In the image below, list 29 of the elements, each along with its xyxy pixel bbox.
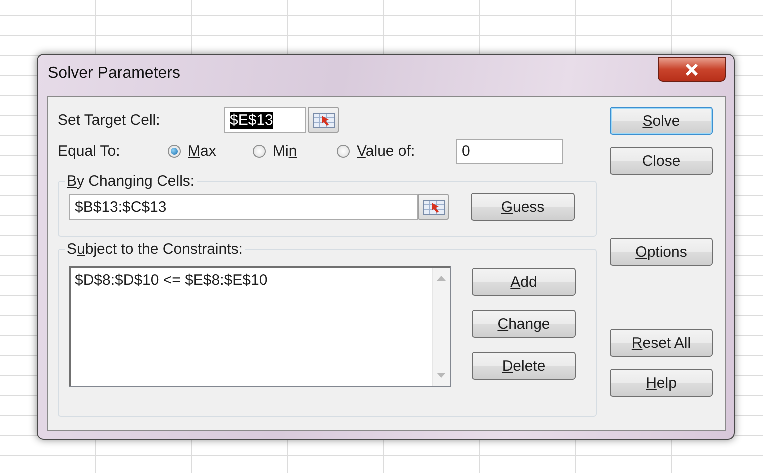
- field-label: Equal To:: [58, 142, 122, 160]
- window-title: Solver Parameters: [48, 65, 180, 83]
- radio-button[interactable]: Value of:: [337, 142, 456, 160]
- target-cell-field[interactable]: $E$13: [224, 107, 306, 133]
- reset-all-button[interactable]: Reset All: [610, 329, 713, 357]
- solve-button[interactable]: Solve: [610, 107, 713, 135]
- constraint-item[interactable]: $D$8:$D$10 <= $E$8:$E$10: [74, 271, 429, 290]
- radio-button[interactable]: Max: [168, 142, 253, 160]
- help-button[interactable]: Help: [610, 369, 713, 397]
- change-button[interactable]: Change: [472, 310, 576, 338]
- close-icon: [685, 64, 699, 76]
- group-label: By Changing Cells:: [66, 173, 196, 190]
- field-label: Set Target Cell:: [58, 112, 162, 128]
- range-select-button[interactable]: [308, 107, 339, 133]
- guess-button[interactable]: Guess: [471, 193, 575, 221]
- range-select-icon: [312, 112, 334, 128]
- field-value: $E$13: [230, 112, 274, 128]
- delete-button[interactable]: Delete: [472, 352, 576, 380]
- options-button[interactable]: Options: [610, 238, 713, 266]
- radio-button[interactable]: Min: [253, 142, 337, 160]
- close-button[interactable]: Close: [610, 147, 713, 175]
- constraints-list[interactable]: $D$8:$D$10 <= $E$8:$E$10: [69, 266, 451, 387]
- value-field[interactable]: 0: [456, 138, 563, 164]
- range-select-button[interactable]: [418, 194, 449, 220]
- changing-cells-field[interactable]: $B$13:$C$13: [69, 194, 418, 220]
- group-label: Subject to the Constraints:: [66, 241, 244, 258]
- range-select-icon: [422, 200, 444, 214]
- close-button[interactable]: [658, 57, 726, 82]
- add-button[interactable]: Add: [472, 268, 576, 296]
